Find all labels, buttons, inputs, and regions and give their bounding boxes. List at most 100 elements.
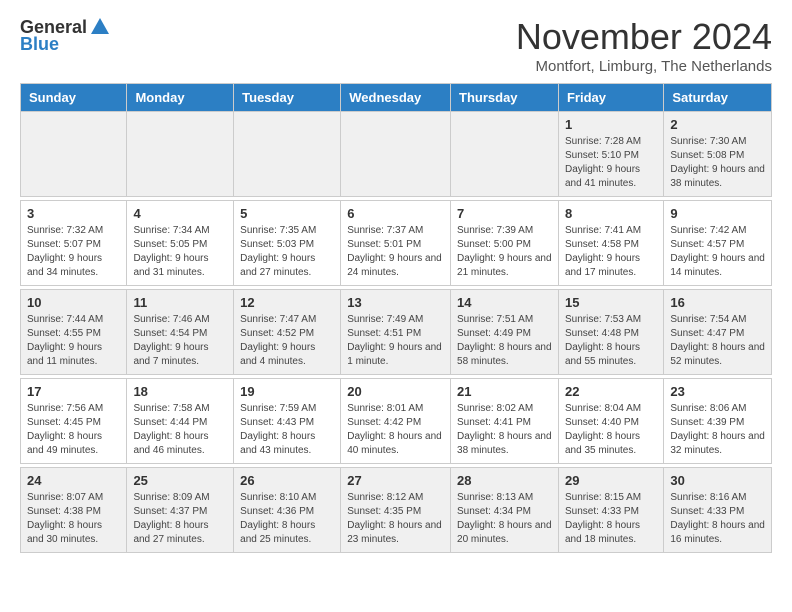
- day-info: Sunrise: 8:10 AM Sunset: 4:36 PM Dayligh…: [240, 491, 334, 547]
- day-cell: 11 Sunrise: 7:46 AM Sunset: 4:54 PM Dayli…: [127, 290, 234, 375]
- month-title: November 2024: [516, 16, 772, 58]
- col-header-tuesday: Tuesday: [234, 84, 341, 112]
- day-number: 2: [670, 117, 765, 132]
- calendar-week-1: 1 Sunrise: 7:28 AM Sunset: 5:10 PM Daylig…: [21, 112, 772, 197]
- day-info: Sunrise: 7:28 AM Sunset: 5:10 PM Dayligh…: [565, 135, 657, 191]
- day-cell: 26 Sunrise: 8:10 AM Sunset: 4:36 PM Dayli…: [234, 468, 341, 553]
- day-number: 26: [240, 473, 334, 488]
- day-info: Sunrise: 8:09 AM Sunset: 4:37 PM Dayligh…: [133, 491, 227, 547]
- day-cell: 25 Sunrise: 8:09 AM Sunset: 4:37 PM Dayli…: [127, 468, 234, 553]
- day-cell: 22 Sunrise: 8:04 AM Sunset: 4:40 PM Dayli…: [558, 379, 663, 464]
- day-info: Sunrise: 7:46 AM Sunset: 4:54 PM Dayligh…: [133, 313, 227, 369]
- page-header: General Blue November 2024 Montfort, Lim…: [0, 0, 792, 83]
- day-info: Sunrise: 7:47 AM Sunset: 4:52 PM Dayligh…: [240, 313, 334, 369]
- day-number: 10: [27, 295, 120, 310]
- day-number: 8: [565, 206, 657, 221]
- day-number: 17: [27, 384, 120, 399]
- col-header-friday: Friday: [558, 84, 663, 112]
- day-number: 25: [133, 473, 227, 488]
- day-info: Sunrise: 8:12 AM Sunset: 4:35 PM Dayligh…: [347, 491, 444, 547]
- day-number: 12: [240, 295, 334, 310]
- day-cell: 21Sunrise: 8:02 AM Sunset: 4:41 PM Dayli…: [451, 379, 559, 464]
- day-number: 14: [457, 295, 552, 310]
- col-header-monday: Monday: [127, 84, 234, 112]
- day-cell: 8 Sunrise: 7:41 AM Sunset: 4:58 PM Daylig…: [558, 201, 663, 286]
- day-number: 24: [27, 473, 120, 488]
- calendar-table: SundayMondayTuesdayWednesdayThursdayFrid…: [20, 83, 772, 557]
- day-info: Sunrise: 7:44 AM Sunset: 4:55 PM Dayligh…: [27, 313, 120, 369]
- day-cell: 7Sunrise: 7:39 AM Sunset: 5:00 PM Daylig…: [451, 201, 559, 286]
- calendar-week-4: 17 Sunrise: 7:56 AM Sunset: 4:45 PM Dayli…: [21, 379, 772, 464]
- day-info: Sunrise: 7:49 AM Sunset: 4:51 PM Dayligh…: [347, 313, 444, 369]
- day-cell: [234, 112, 341, 197]
- day-info: Sunrise: 7:41 AM Sunset: 4:58 PM Dayligh…: [565, 224, 657, 280]
- calendar-week-5: 24 Sunrise: 8:07 AM Sunset: 4:38 PM Dayli…: [21, 468, 772, 553]
- day-info: Sunrise: 7:56 AM Sunset: 4:45 PM Dayligh…: [27, 402, 120, 458]
- day-cell: [451, 112, 559, 197]
- day-info: Sunrise: 8:13 AM Sunset: 4:34 PM Dayligh…: [457, 491, 552, 547]
- day-cell: 17 Sunrise: 7:56 AM Sunset: 4:45 PM Dayli…: [21, 379, 127, 464]
- day-number: 3: [27, 206, 120, 221]
- day-info: Sunrise: 7:37 AM Sunset: 5:01 PM Dayligh…: [347, 224, 444, 280]
- week-spacer: [21, 553, 772, 557]
- day-info: Sunrise: 7:58 AM Sunset: 4:44 PM Dayligh…: [133, 402, 227, 458]
- day-cell: 23Sunrise: 8:06 AM Sunset: 4:39 PM Dayli…: [664, 379, 772, 464]
- day-cell: 30 Sunrise: 8:16 AM Sunset: 4:33 PM Dayli…: [664, 468, 772, 553]
- day-info: Sunrise: 7:51 AM Sunset: 4:49 PM Dayligh…: [457, 313, 552, 369]
- day-cell: 6 Sunrise: 7:37 AM Sunset: 5:01 PM Daylig…: [341, 201, 451, 286]
- logo: General Blue: [20, 16, 113, 55]
- col-header-wednesday: Wednesday: [341, 84, 451, 112]
- day-number: 22: [565, 384, 657, 399]
- day-number: 27: [347, 473, 444, 488]
- day-info: Sunrise: 8:06 AM Sunset: 4:39 PM Dayligh…: [670, 402, 765, 458]
- day-info: Sunrise: 7:34 AM Sunset: 5:05 PM Dayligh…: [133, 224, 227, 280]
- day-cell: 4 Sunrise: 7:34 AM Sunset: 5:05 PM Daylig…: [127, 201, 234, 286]
- day-number: 9: [670, 206, 765, 221]
- day-number: 13: [347, 295, 444, 310]
- day-info: Sunrise: 7:30 AM Sunset: 5:08 PM Dayligh…: [670, 135, 765, 191]
- day-info: Sunrise: 8:01 AM Sunset: 4:42 PM Dayligh…: [347, 402, 444, 458]
- title-area: November 2024 Montfort, Limburg, The Net…: [516, 16, 772, 75]
- day-number: 6: [347, 206, 444, 221]
- day-cell: [21, 112, 127, 197]
- day-cell: 29Sunrise: 8:15 AM Sunset: 4:33 PM Dayli…: [558, 468, 663, 553]
- day-info: Sunrise: 8:15 AM Sunset: 4:33 PM Dayligh…: [565, 491, 657, 547]
- day-info: Sunrise: 7:53 AM Sunset: 4:48 PM Dayligh…: [565, 313, 657, 369]
- day-cell: 1 Sunrise: 7:28 AM Sunset: 5:10 PM Daylig…: [558, 112, 663, 197]
- day-cell: 10 Sunrise: 7:44 AM Sunset: 4:55 PM Dayli…: [21, 290, 127, 375]
- day-cell: 2 Sunrise: 7:30 AM Sunset: 5:08 PM Daylig…: [664, 112, 772, 197]
- location: Montfort, Limburg, The Netherlands: [516, 58, 772, 75]
- day-number: 11: [133, 295, 227, 310]
- day-cell: 18Sunrise: 7:58 AM Sunset: 4:44 PM Dayli…: [127, 379, 234, 464]
- day-cell: 16Sunrise: 7:54 AM Sunset: 4:47 PM Dayli…: [664, 290, 772, 375]
- day-info: Sunrise: 7:59 AM Sunset: 4:43 PM Dayligh…: [240, 402, 334, 458]
- day-cell: 13 Sunrise: 7:49 AM Sunset: 4:51 PM Dayli…: [341, 290, 451, 375]
- day-info: Sunrise: 7:42 AM Sunset: 4:57 PM Dayligh…: [670, 224, 765, 280]
- day-info: Sunrise: 8:04 AM Sunset: 4:40 PM Dayligh…: [565, 402, 657, 458]
- day-number: 30: [670, 473, 765, 488]
- day-number: 15: [565, 295, 657, 310]
- col-header-sunday: Sunday: [21, 84, 127, 112]
- col-header-saturday: Saturday: [664, 84, 772, 112]
- day-number: 4: [133, 206, 227, 221]
- day-cell: 12 Sunrise: 7:47 AM Sunset: 4:52 PM Dayli…: [234, 290, 341, 375]
- day-cell: 20Sunrise: 8:01 AM Sunset: 4:42 PM Dayli…: [341, 379, 451, 464]
- day-number: 1: [565, 117, 657, 132]
- day-cell: 9 Sunrise: 7:42 AM Sunset: 4:57 PM Daylig…: [664, 201, 772, 286]
- day-info: Sunrise: 8:16 AM Sunset: 4:33 PM Dayligh…: [670, 491, 765, 547]
- day-cell: 28 Sunrise: 8:13 AM Sunset: 4:34 PM Dayli…: [451, 468, 559, 553]
- day-cell: [127, 112, 234, 197]
- day-cell: 3Sunrise: 7:32 AM Sunset: 5:07 PM Daylig…: [21, 201, 127, 286]
- day-number: 28: [457, 473, 552, 488]
- day-cell: [341, 112, 451, 197]
- day-number: 5: [240, 206, 334, 221]
- day-number: 21: [457, 384, 552, 399]
- day-info: Sunrise: 7:35 AM Sunset: 5:03 PM Dayligh…: [240, 224, 334, 280]
- day-cell: 27 Sunrise: 8:12 AM Sunset: 4:35 PM Dayli…: [341, 468, 451, 553]
- day-cell: 15 Sunrise: 7:53 AM Sunset: 4:48 PM Dayli…: [558, 290, 663, 375]
- day-cell: 14 Sunrise: 7:51 AM Sunset: 4:49 PM Dayli…: [451, 290, 559, 375]
- day-number: 19: [240, 384, 334, 399]
- day-info: Sunrise: 8:07 AM Sunset: 4:38 PM Dayligh…: [27, 491, 120, 547]
- day-cell: 24 Sunrise: 8:07 AM Sunset: 4:38 PM Dayli…: [21, 468, 127, 553]
- day-info: Sunrise: 7:54 AM Sunset: 4:47 PM Dayligh…: [670, 313, 765, 369]
